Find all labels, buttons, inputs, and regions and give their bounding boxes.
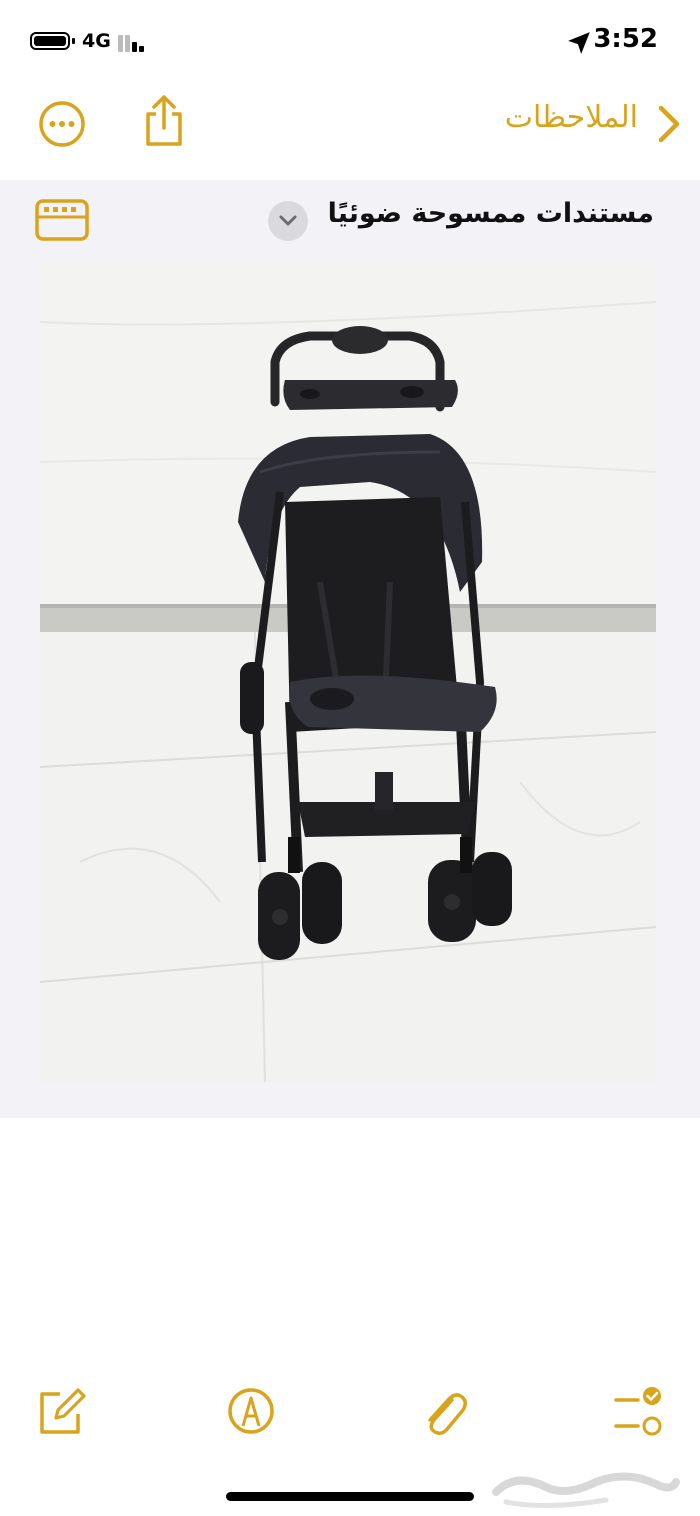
compose-icon[interactable]: [36, 1386, 86, 1436]
note-content: مستندات ممسوحة ضوئيًا: [0, 180, 700, 1118]
checklist-icon[interactable]: [612, 1386, 662, 1436]
scanned-document-icon[interactable]: [34, 198, 90, 242]
network-type: 4G: [82, 30, 111, 52]
back-button-label[interactable]: الملاحظات: [505, 100, 638, 135]
paperclip-icon[interactable]: [418, 1386, 468, 1436]
battery-nub: [72, 38, 75, 44]
scanned-photo[interactable]: [40, 262, 656, 1082]
chevron-right-icon[interactable]: [656, 104, 682, 144]
title-menu-button[interactable]: [268, 201, 308, 241]
clock: 3:52: [593, 24, 658, 54]
note-title: مستندات ممسوحة ضوئيًا: [327, 198, 654, 229]
battery-icon: [30, 32, 70, 50]
markup-pen-icon[interactable]: [226, 1386, 276, 1436]
signal-icon: [118, 32, 150, 52]
ellipsis-circle-icon[interactable]: [38, 100, 86, 148]
chevron-down-icon: [279, 215, 297, 226]
haraj-watermark-logo: [492, 1472, 680, 1509]
status-bar: 4G 3:52: [0, 0, 700, 86]
stroller-photo: [40, 262, 656, 1082]
navigation-bar: الملاحظات: [0, 86, 700, 180]
location-arrow-icon: [568, 32, 590, 54]
share-icon[interactable]: [142, 94, 186, 148]
home-indicator[interactable]: [226, 1492, 474, 1501]
